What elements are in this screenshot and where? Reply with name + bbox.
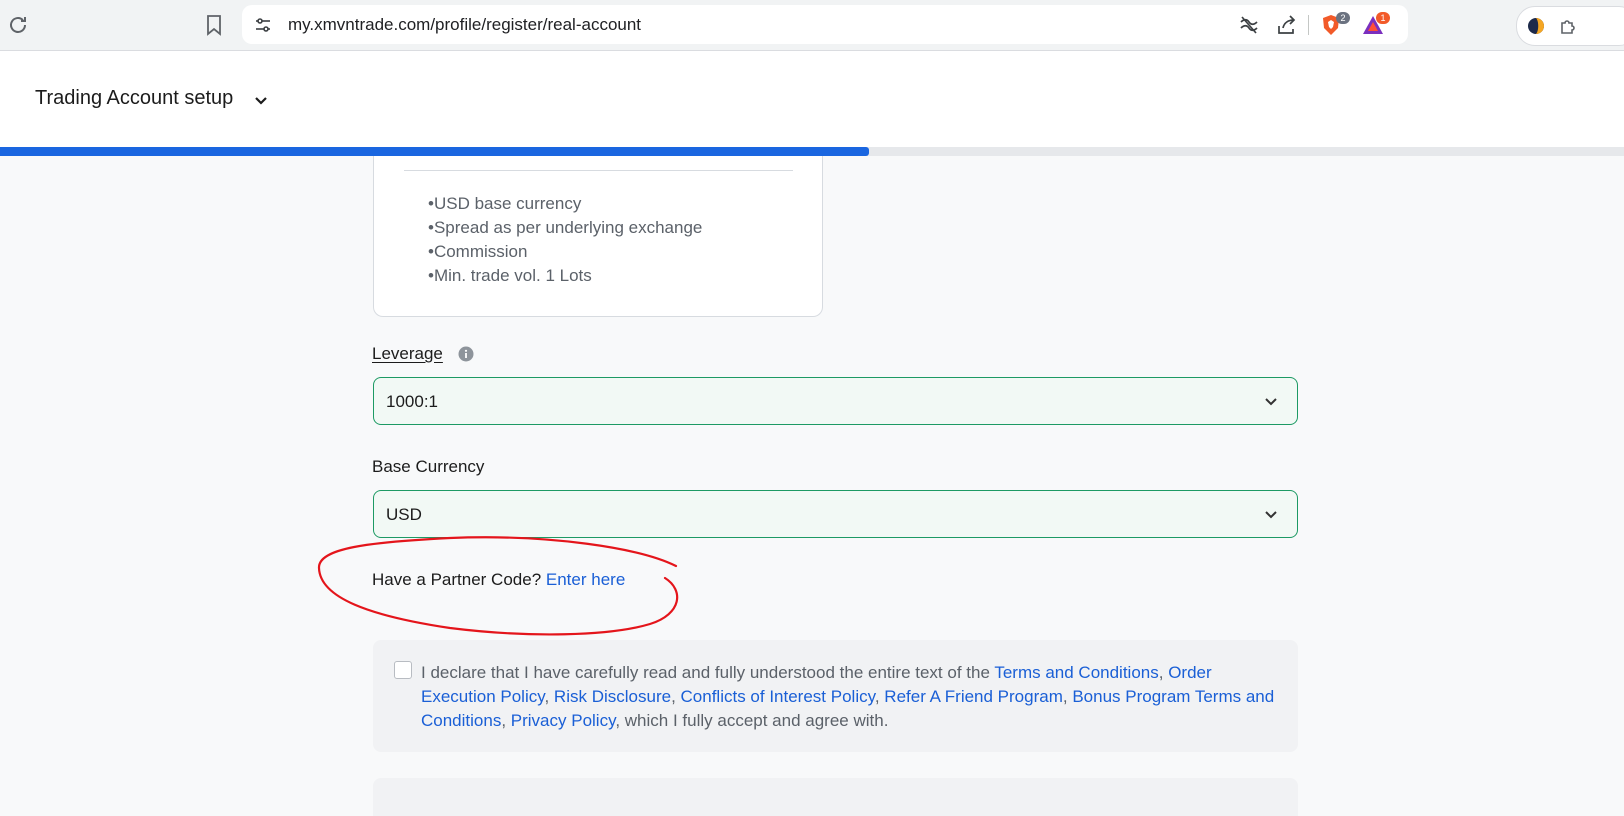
next-section-box (373, 778, 1298, 816)
declaration-outro: , which I fully accept and agree with. (615, 711, 889, 730)
link-separator: , (1158, 663, 1169, 682)
page-title[interactable]: Trading Account setup (35, 87, 233, 110)
progress-fill (0, 147, 869, 156)
extension-icon[interactable] (1527, 17, 1545, 35)
progress-bar (0, 147, 1624, 156)
extensions-area[interactable] (1516, 6, 1624, 46)
link-separator: , (544, 687, 554, 706)
cast-off-icon[interactable] (1238, 14, 1260, 36)
url-text[interactable]: my.xmvntrade.com/profile/register/real-a… (288, 15, 641, 35)
toolbar-divider (1308, 15, 1309, 35)
puzzle-icon[interactable] (1559, 17, 1577, 35)
terms-link[interactable]: Terms and Conditions (994, 663, 1158, 682)
risk-disclosure-link[interactable]: Risk Disclosure (554, 687, 671, 706)
link-separator: , (671, 687, 681, 706)
base-currency-value: USD (386, 505, 422, 524)
conflicts-link[interactable]: Conflicts of Interest Policy (681, 687, 875, 706)
browser-toolbar: my.xmvntrade.com/profile/register/real-a… (0, 0, 1624, 51)
declaration-checkbox[interactable] (394, 661, 412, 679)
card-divider (404, 170, 793, 171)
feature-item: •Commission (428, 242, 528, 261)
share-icon[interactable] (1276, 14, 1298, 36)
declaration-intro: I declare that I have carefully read and… (421, 663, 990, 682)
partner-code-prompt: Have a Partner Code? (372, 570, 542, 589)
privacy-policy-link[interactable]: Privacy Policy (511, 711, 616, 730)
brave-badge: 2 (1336, 12, 1350, 24)
base-currency-label: Base Currency (372, 457, 485, 476)
leverage-value: 1000:1 (386, 392, 438, 411)
account-type-card[interactable]: •USD base currency •Spread as per underl… (373, 156, 823, 317)
rewards-badge: 1 (1376, 12, 1390, 24)
chevron-down-icon (1263, 393, 1279, 409)
address-bar[interactable]: my.xmvntrade.com/profile/register/real-a… (242, 5, 1408, 44)
chevron-down-icon (1263, 506, 1279, 522)
feature-list: •USD base currency •Spread as per underl… (428, 192, 702, 288)
page-header: Trading Account setup (0, 51, 1624, 147)
link-separator: , (874, 687, 885, 706)
info-icon[interactable] (458, 346, 474, 362)
bookmark-icon[interactable] (204, 14, 224, 36)
enter-partner-code-link[interactable]: Enter here (546, 570, 625, 589)
partner-code-row: Have a Partner Code? Enter here (372, 570, 625, 590)
chevron-down-icon[interactable] (252, 91, 270, 109)
link-separator: , (1062, 687, 1073, 706)
feature-item: •USD base currency (428, 194, 582, 213)
declaration-text: I declare that I have carefully read and… (421, 661, 1281, 733)
feature-item: •Spread as per underlying exchange (428, 218, 703, 237)
reload-icon[interactable] (6, 13, 30, 37)
leverage-select[interactable]: 1000:1 (373, 377, 1298, 425)
feature-item: •Min. trade vol. 1 Lots (428, 266, 592, 285)
refer-friend-link[interactable]: Refer A Friend Program (884, 687, 1063, 706)
base-currency-select[interactable]: USD (373, 490, 1298, 538)
link-separator: , (501, 711, 511, 730)
leverage-label: Leverage (372, 344, 443, 363)
site-info-icon[interactable] (254, 16, 272, 34)
declaration-box: I declare that I have carefully read and… (373, 640, 1298, 752)
